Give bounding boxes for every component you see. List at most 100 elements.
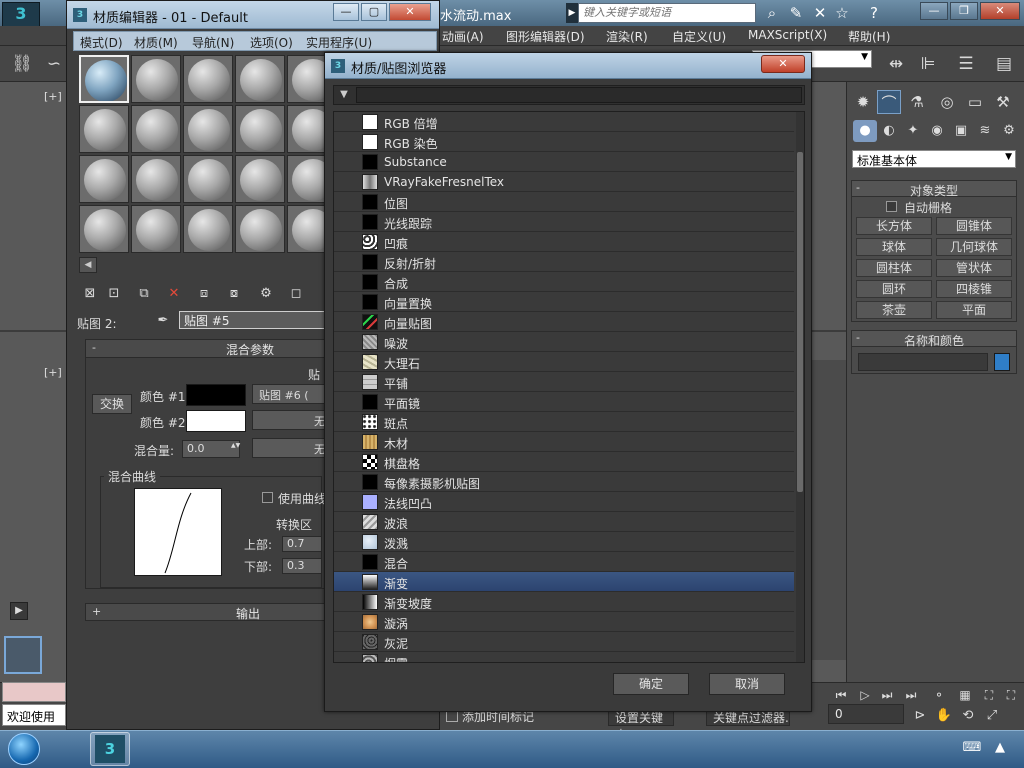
shapes-icon[interactable]: ◐ (877, 120, 901, 142)
map-list-item[interactable]: 噪波 (334, 332, 794, 352)
mix-amount-map-button[interactable]: 无 (252, 438, 332, 458)
map-list-item[interactable]: VRayFakeFresnelTex (334, 172, 794, 192)
menu-graph-editors[interactable]: 图形编辑器(D) (506, 28, 585, 45)
maxscript-listener-bar[interactable] (2, 682, 66, 702)
exchange-icon[interactable]: ✕ (810, 3, 830, 23)
map-list-item[interactable]: 漩涡 (334, 612, 794, 632)
utilities-tab-icon[interactable]: ⚒ (991, 90, 1015, 114)
binoculars-icon[interactable]: ⌕ (762, 3, 782, 23)
map-list-item[interactable]: 烟雾 (334, 652, 794, 662)
next-frame-icon[interactable]: ⏭ (876, 686, 898, 704)
tray-arrow-icon[interactable]: ▲ (990, 740, 1010, 758)
color2-map-button[interactable]: 无 (252, 410, 332, 430)
play-icon[interactable]: ▷ (854, 686, 876, 704)
layers-icon[interactable]: ☰ (954, 52, 978, 76)
put-to-library-icon[interactable]: ⧇ (223, 283, 245, 305)
auto-grid-checkbox[interactable] (886, 201, 897, 212)
viewport-layout-icon[interactable] (4, 636, 42, 674)
menu-modes[interactable]: 模式(D) (80, 34, 123, 51)
geosphere-button[interactable]: 几何球体 (936, 238, 1012, 256)
browser-titlebar[interactable]: 3 材质/贴图浏览器 ✕ (325, 53, 811, 79)
key-mode-icon[interactable]: ⚬ (928, 686, 950, 704)
teapot-button[interactable]: 茶壶 (856, 301, 932, 319)
map-list-item[interactable]: 合成 (334, 272, 794, 292)
sample-slot[interactable] (183, 205, 233, 253)
app-logo-icon[interactable]: 3 (2, 2, 40, 28)
systems-icon[interactable]: ⚙ (997, 120, 1021, 142)
field-of-view-icon[interactable]: ⊳ (910, 706, 930, 726)
sample-slot[interactable] (235, 55, 285, 103)
helpers-icon[interactable]: ▣ (949, 120, 973, 142)
go-to-start-icon[interactable]: ⏮ (830, 686, 852, 704)
time-config-icon[interactable]: ▦ (954, 686, 976, 704)
modify-tab-icon[interactable]: ⌒ (877, 90, 901, 114)
sample-slot[interactable] (131, 55, 181, 103)
go-to-end-icon[interactable]: ⏭ (900, 686, 922, 704)
object-color-swatch[interactable] (994, 353, 1010, 371)
map-list-item[interactable]: RGB 倍增 (334, 112, 794, 132)
sample-slot[interactable] (131, 205, 181, 253)
material-editor-titlebar[interactable]: 3 材质编辑器 - 01 - Default — ▢ ✕ (67, 1, 439, 29)
sample-slot[interactable] (235, 155, 285, 203)
map-name-field[interactable]: 贴图 #5 (179, 311, 325, 329)
taskbar-3dsmax-button[interactable]: 3 (90, 732, 130, 766)
spacewarps-icon[interactable]: ≋ (973, 120, 997, 142)
menu-utilities[interactable]: 实用程序(U) (306, 34, 372, 51)
mirror-icon[interactable]: ⇹ (884, 52, 908, 76)
map-list-item[interactable]: RGB 染色 (334, 132, 794, 152)
keyboard-icon[interactable]: ⌨ (962, 740, 982, 758)
box-button[interactable]: 长方体 (856, 217, 932, 235)
name-color-header[interactable]: - 名称和颜色 (852, 331, 1016, 348)
link-icon[interactable]: ⛓ (10, 52, 34, 76)
sample-slot[interactable] (235, 205, 285, 253)
upper-spinner[interactable]: 0.7 (282, 536, 322, 552)
color1-swatch[interactable] (186, 384, 246, 406)
mix-amount-spinner[interactable]: 0.0 (182, 440, 240, 458)
align-icon[interactable]: ⊫ (916, 52, 940, 76)
menu-help[interactable]: 帮助(H) (848, 28, 890, 45)
orbit-icon[interactable]: ⟲ (958, 706, 978, 726)
sample-slot[interactable] (183, 55, 233, 103)
sample-slot[interactable] (79, 205, 129, 253)
map-list-item[interactable]: 法线凹凸 (334, 492, 794, 512)
map-list-item[interactable]: 渐变 (334, 572, 794, 592)
menu-animation[interactable]: 动画(A) (442, 28, 484, 45)
color1-map-button[interactable]: 贴图 #6 ( (252, 384, 332, 404)
help-icon[interactable]: ? (864, 3, 884, 23)
list-scrollbar[interactable] (796, 112, 804, 662)
scene-explorer-icon[interactable]: ▤ (992, 52, 1016, 76)
sample-slot[interactable] (79, 55, 129, 103)
sample-slot[interactable] (131, 155, 181, 203)
put-to-scene-icon[interactable]: ⊡ (103, 283, 125, 305)
motion-tab-icon[interactable]: ◎ (935, 90, 959, 114)
map-list-item[interactable]: 平铺 (334, 372, 794, 392)
use-curve-checkbox[interactable] (262, 492, 273, 503)
close-button[interactable]: ✕ (980, 2, 1020, 20)
material-id-icon[interactable]: ⚙ (255, 283, 277, 305)
sample-slot[interactable] (183, 155, 233, 203)
map-list-item[interactable]: 反射/折射 (334, 252, 794, 272)
menu-material[interactable]: 材质(M) (134, 34, 178, 51)
object-type-header[interactable]: - 对象类型 (852, 181, 1016, 198)
cancel-button[interactable]: 取消 (709, 673, 785, 695)
sample-slot[interactable] (235, 105, 285, 153)
menu-maxscript[interactable]: MAXScript(X) (748, 28, 827, 42)
restore-button[interactable]: ❐ (950, 2, 978, 20)
map-list-item[interactable]: 木材 (334, 432, 794, 452)
minimize-button[interactable]: — (920, 2, 948, 20)
menu-customize[interactable]: 自定义(U) (672, 28, 726, 45)
map-list-item[interactable]: 棋盘格 (334, 452, 794, 472)
map-list-item[interactable]: 位图 (334, 192, 794, 212)
maximize-button[interactable]: ▢ (361, 3, 387, 21)
map-list-item[interactable]: 波浪 (334, 512, 794, 532)
zoom-extents-icon[interactable]: ⛶ (978, 686, 1000, 704)
wrench-icon[interactable]: ✎ (786, 3, 806, 23)
menu-navigation[interactable]: 导航(N) (192, 34, 234, 51)
current-frame-field[interactable]: 0 (828, 704, 904, 724)
unlink-icon[interactable]: ∽ (42, 52, 66, 76)
viewport-label-left[interactable]: [+] (44, 366, 62, 379)
close-button[interactable]: ✕ (761, 55, 805, 73)
sample-slot[interactable] (131, 105, 181, 153)
star-icon[interactable]: ☆ (832, 3, 852, 23)
cylinder-button[interactable]: 圆柱体 (856, 259, 932, 277)
